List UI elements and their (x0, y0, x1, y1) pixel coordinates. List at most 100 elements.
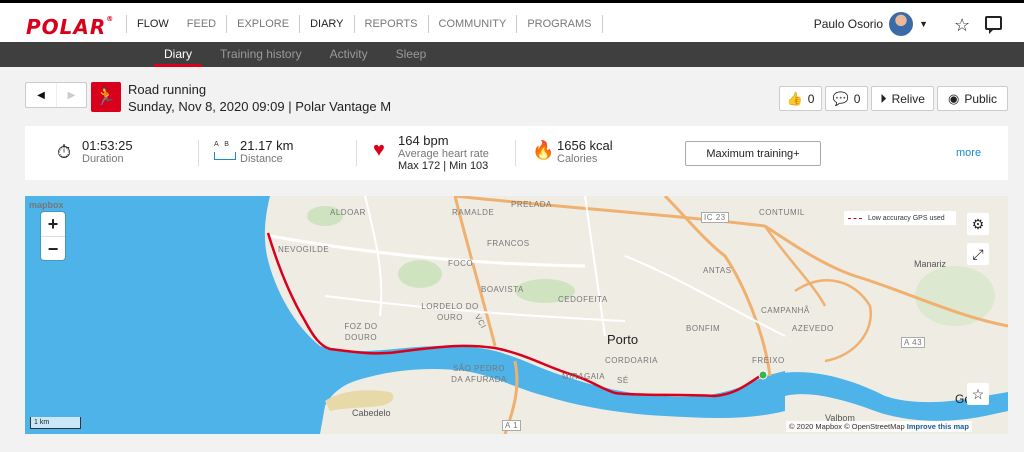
relive-label: Relive (891, 91, 925, 106)
nav-diary[interactable]: DIARY (300, 3, 355, 45)
polar-logo[interactable]: POLAR® (26, 15, 114, 39)
map-label: PRELADA (511, 200, 552, 209)
attribution-text[interactable]: © 2020 Mapbox © OpenStreetMap (789, 422, 905, 431)
map-label-road: IC 23 (701, 212, 729, 223)
map-favorite-star-icon[interactable]: ☆ (967, 383, 989, 405)
user-menu[interactable]: Paulo Osorio ▼ (814, 3, 928, 45)
map-label: Manariz (914, 259, 947, 269)
map-label: NEVOGILDE (278, 245, 330, 254)
route-map[interactable]: mapbox + − ALDOAR RAMALDE PRELADA CONTUM… (25, 196, 1008, 434)
map-label: ALDOAR (330, 208, 366, 217)
map-label: CORDOARIA (605, 356, 658, 365)
relive-button[interactable]: ⏵ Relive (871, 86, 934, 111)
highway-vci (453, 196, 497, 347)
heart-rate-max-min: Max 172 | Min 103 (398, 160, 489, 172)
nav-separator (353, 15, 355, 33)
session-pager: ◀ ▶ (25, 82, 87, 108)
subnav-diary[interactable]: Diary (153, 42, 203, 67)
nav-reports[interactable]: REPORTS (363, 3, 420, 45)
fullscreen-icon[interactable]: ⤢ (967, 243, 989, 265)
diary-subnav: Diary Training history Activity Sleep (0, 42, 1024, 67)
zoom-controls: + − (41, 212, 65, 260)
nav-programs[interactable]: PROGRAMS (525, 3, 593, 45)
park-area (398, 260, 442, 288)
map-label: SÉ (617, 376, 629, 385)
like-count: 0 (807, 91, 815, 106)
calories-label: Calories (557, 153, 598, 165)
ocean-water (25, 196, 785, 434)
logo-registered: ® (106, 15, 115, 23)
zoom-out-button[interactable]: − (41, 236, 65, 260)
nav-explore[interactable]: EXPLORE (235, 3, 291, 45)
messages-icon[interactable] (985, 16, 1002, 34)
nav-separator (601, 15, 603, 33)
nav-community[interactable]: COMMUNITY (437, 3, 509, 45)
distance-icon: A B (214, 141, 231, 148)
nav-separator (226, 15, 228, 33)
nav-separator (516, 15, 518, 33)
zoom-in-button[interactable]: + (41, 212, 65, 236)
map-settings-gear-icon[interactable]: ⚙ (967, 213, 989, 235)
training-benefit-button[interactable]: Maximum training+ (685, 141, 821, 166)
calories-value: 1656 kcal (557, 138, 613, 153)
nav-separator (126, 15, 127, 33)
duration-stat: 01:53:25 Duration (82, 138, 133, 165)
map-label: CONTUMIL (759, 208, 805, 217)
like-button[interactable]: 👍 0 (779, 86, 822, 111)
stopwatch-icon: ⏱ (57, 142, 72, 162)
improve-map-link[interactable]: Improve this map (907, 422, 969, 431)
map-scale: 1 km (30, 417, 81, 429)
dashed-line-icon (848, 217, 862, 219)
map-label: FREIXO (752, 356, 785, 365)
map-label: FOCO (448, 259, 474, 268)
eye-icon: ◉ (947, 90, 960, 106)
next-session-button[interactable]: ▶ (56, 83, 86, 107)
map-label: CEDOFEITA (558, 295, 608, 304)
map-label-road: A 1 (502, 420, 522, 431)
nav-separator (427, 15, 429, 33)
road (364, 196, 383, 317)
map-attribution: © 2020 Mapbox © OpenStreetMap Improve th… (786, 421, 972, 432)
favorites-star-icon[interactable]: ☆ (954, 15, 970, 36)
chevron-down-icon: ▼ (919, 19, 928, 29)
map-canvas (25, 196, 1008, 434)
gps-legend-text: Low accuracy GPS used (868, 214, 945, 222)
nav-feed[interactable]: FEED (185, 3, 218, 45)
comment-button[interactable]: 💬 0 (825, 86, 868, 111)
heart-rate-stat: 164 bpm Average heart rate Max 172 | Min… (398, 133, 489, 172)
avatar (889, 12, 914, 36)
nav-separator (299, 15, 301, 33)
map-label: CAMPANHÃ (761, 306, 810, 315)
subnav-activity[interactable]: Activity (326, 42, 372, 67)
session-title: Road running (128, 82, 207, 97)
map-label: AZEVEDO (792, 324, 834, 333)
map-label: BONFIM (686, 324, 721, 333)
route-start-marker (758, 370, 768, 380)
previous-session-button[interactable]: ◀ (26, 83, 56, 107)
mapbox-logo: mapbox (29, 200, 64, 210)
map-label-city: Porto (607, 332, 639, 347)
park-area (915, 266, 995, 326)
distance-stat: 21.17 km Distance (240, 138, 293, 165)
nav-flow[interactable]: FLOW (135, 3, 171, 45)
map-label: MIRAGAIA (562, 372, 606, 381)
stat-divider (198, 140, 199, 166)
distance-value: 21.17 km (240, 138, 294, 153)
more-link[interactable]: more (956, 147, 981, 159)
public-button[interactable]: ◉ Public (937, 86, 1008, 111)
highway-north (663, 196, 772, 377)
heart-rate-label: Average heart rate (398, 148, 489, 160)
subnav-sleep[interactable]: Sleep (392, 42, 431, 67)
stat-divider (356, 140, 357, 166)
stat-divider (515, 140, 516, 166)
ruler-icon (214, 152, 236, 160)
map-label: BOAVISTA (481, 285, 524, 294)
user-name: Paulo Osorio (813, 17, 884, 31)
public-label: Public (964, 91, 998, 106)
road (584, 196, 606, 337)
subnav-training-history[interactable]: Training history (216, 42, 306, 67)
calories-stat: 1656 kcal Calories (557, 138, 613, 165)
duration-value: 01:53:25 (82, 138, 133, 153)
top-navigation-bar: POLAR® FLOW FEED EXPLORE DIARY REPORTS C… (0, 0, 1024, 45)
map-label: ANTAS (703, 266, 732, 275)
